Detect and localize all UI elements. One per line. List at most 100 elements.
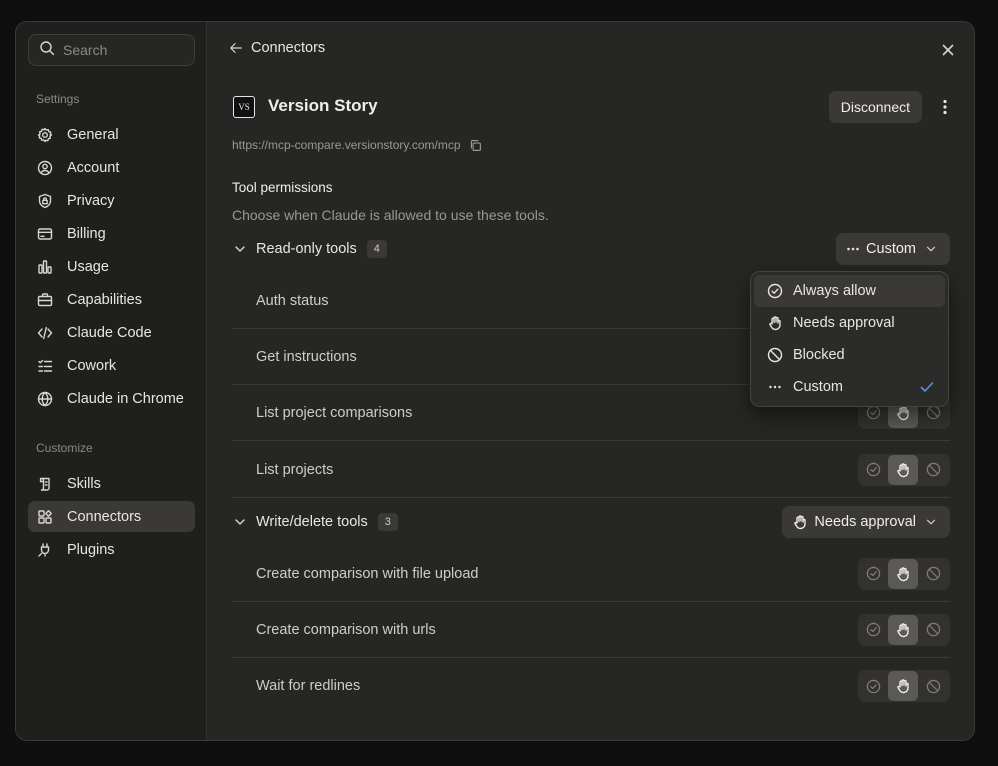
tool-name: List projects xyxy=(256,461,334,478)
copy-icon[interactable] xyxy=(469,139,482,152)
sidebar-item-label: Cowork xyxy=(67,357,117,374)
sidebar-item-billing[interactable]: Billing xyxy=(28,218,195,249)
sidebar-item-plugins[interactable]: Plugins xyxy=(28,534,195,565)
sidebar-item-capabilities[interactable]: Capabilities xyxy=(28,284,195,315)
permission-toggle xyxy=(858,613,950,646)
sidebar-item-label: General xyxy=(67,126,119,143)
shield-lock-icon xyxy=(37,193,53,209)
dropdown-value: Custom xyxy=(866,241,916,257)
needs-approval-option[interactable] xyxy=(888,558,918,589)
sidebar-item-usage[interactable]: Usage xyxy=(28,251,195,282)
code-icon xyxy=(37,325,53,341)
permission-dropdown-menu: Always allow Needs approval Blocked Cust… xyxy=(750,271,949,407)
menu-item-always-allow[interactable]: Always allow xyxy=(754,275,945,307)
sidebar-item-label: Connectors xyxy=(67,508,142,525)
sidebar-item-skills[interactable]: Skills xyxy=(28,468,195,499)
always-allow-option[interactable] xyxy=(858,671,888,701)
blocked-option[interactable] xyxy=(918,455,948,485)
blocked-option[interactable] xyxy=(918,615,948,645)
tool-row: List projects xyxy=(232,442,950,498)
connector-name: Version Story xyxy=(268,96,378,115)
check-circle-icon xyxy=(767,283,783,299)
sidebar-item-label: Billing xyxy=(67,225,106,242)
tool-count-badge: 3 xyxy=(377,513,398,531)
write-delete-permission-dropdown[interactable]: Needs approval xyxy=(782,506,950,538)
user-circle-icon xyxy=(37,160,53,176)
tool-name: Auth status xyxy=(256,292,329,309)
back-to-connectors-link[interactable]: Connectors xyxy=(229,40,325,56)
search-icon xyxy=(39,40,55,61)
blocked-option[interactable] xyxy=(918,559,948,589)
sidebar-item-label: Plugins xyxy=(67,541,115,558)
tool-name: Create comparison with file upload xyxy=(256,565,479,582)
hand-icon xyxy=(767,315,783,331)
globe-icon xyxy=(37,391,53,407)
sidebar-item-account[interactable]: Account xyxy=(28,152,195,183)
sidebar-item-label: Account xyxy=(67,159,120,176)
group-name: Read-only tools xyxy=(256,241,357,257)
chevron-down-icon xyxy=(924,515,938,529)
disconnect-button[interactable]: Disconnect xyxy=(828,91,922,123)
chevron-down-icon[interactable] xyxy=(232,514,248,530)
bar-chart-icon xyxy=(37,259,53,275)
sidebar-item-label: Usage xyxy=(67,258,109,275)
read-only-tools-group: Read-only tools 4 Custom xyxy=(232,233,950,265)
always-allow-option[interactable] xyxy=(858,455,888,485)
menu-item-custom[interactable]: Custom xyxy=(754,371,945,403)
sidebar: Settings General Account Privacy Billing… xyxy=(16,22,207,740)
needs-approval-option[interactable] xyxy=(888,671,918,701)
menu-item-label: Always allow xyxy=(793,283,876,299)
connector-url-row: https://mcp-compare.versionstory.com/mcp xyxy=(232,138,482,152)
read-only-permission-dropdown[interactable]: Custom xyxy=(836,233,950,265)
sidebar-item-general[interactable]: General xyxy=(28,119,195,150)
sidebar-item-label: Claude Code xyxy=(67,324,152,341)
connector-url: https://mcp-compare.versionstory.com/mcp xyxy=(232,138,461,152)
always-allow-option[interactable] xyxy=(858,615,888,645)
sidebar-item-privacy[interactable]: Privacy xyxy=(28,185,195,216)
connector-logo: VS xyxy=(233,96,255,118)
blocks-icon xyxy=(37,509,53,525)
dots-icon xyxy=(846,242,860,256)
tool-name: Get instructions xyxy=(256,348,357,365)
needs-approval-option[interactable] xyxy=(888,454,918,485)
settings-section-label: Settings xyxy=(36,92,80,106)
back-label: Connectors xyxy=(251,40,326,56)
more-options-icon[interactable] xyxy=(938,97,952,117)
credit-card-icon xyxy=(37,226,53,242)
search-box[interactable] xyxy=(28,34,195,66)
sidebar-item-connectors[interactable]: Connectors xyxy=(28,501,195,532)
dropdown-value: Needs approval xyxy=(814,514,916,530)
blocked-option[interactable] xyxy=(918,671,948,701)
permission-toggle xyxy=(858,453,950,486)
logo-text: VS xyxy=(238,102,250,112)
briefcase-icon xyxy=(37,292,53,308)
tool-name: Wait for redlines xyxy=(256,678,361,694)
permission-toggle xyxy=(858,670,950,702)
chevron-down-icon xyxy=(924,242,938,256)
tool-permissions-title: Tool permissions xyxy=(232,180,333,195)
tool-permissions-description: Choose when Claude is allowed to use the… xyxy=(232,207,549,223)
permission-toggle xyxy=(858,557,950,590)
close-icon[interactable] xyxy=(940,42,956,58)
menu-item-label: Blocked xyxy=(793,347,845,363)
tool-name: List project comparisons xyxy=(256,404,413,421)
tool-count-badge: 4 xyxy=(366,240,387,258)
needs-approval-option[interactable] xyxy=(888,614,918,645)
sidebar-item-label: Capabilities xyxy=(67,291,142,308)
sidebar-item-claude-in-chrome[interactable]: Claude in Chrome xyxy=(28,383,195,414)
chevron-down-icon[interactable] xyxy=(232,241,248,257)
sidebar-item-cowork[interactable]: Cowork xyxy=(28,350,195,381)
tool-row: Create comparison with urls xyxy=(232,602,950,658)
sidebar-item-claude-code[interactable]: Claude Code xyxy=(28,317,195,348)
sidebar-item-label: Claude in Chrome xyxy=(67,390,184,407)
sidebar-item-label: Skills xyxy=(67,475,101,492)
tool-row: Create comparison with file upload xyxy=(232,546,950,602)
tool-row: Wait for redlines xyxy=(232,658,950,714)
menu-item-label: Needs approval xyxy=(793,315,895,331)
group-name: Write/delete tools xyxy=(256,514,368,530)
menu-item-needs-approval[interactable]: Needs approval xyxy=(754,307,945,339)
always-allow-option[interactable] xyxy=(858,559,888,589)
search-input[interactable] xyxy=(63,42,183,58)
sidebar-item-label: Privacy xyxy=(67,192,115,209)
menu-item-blocked[interactable]: Blocked xyxy=(754,339,945,371)
